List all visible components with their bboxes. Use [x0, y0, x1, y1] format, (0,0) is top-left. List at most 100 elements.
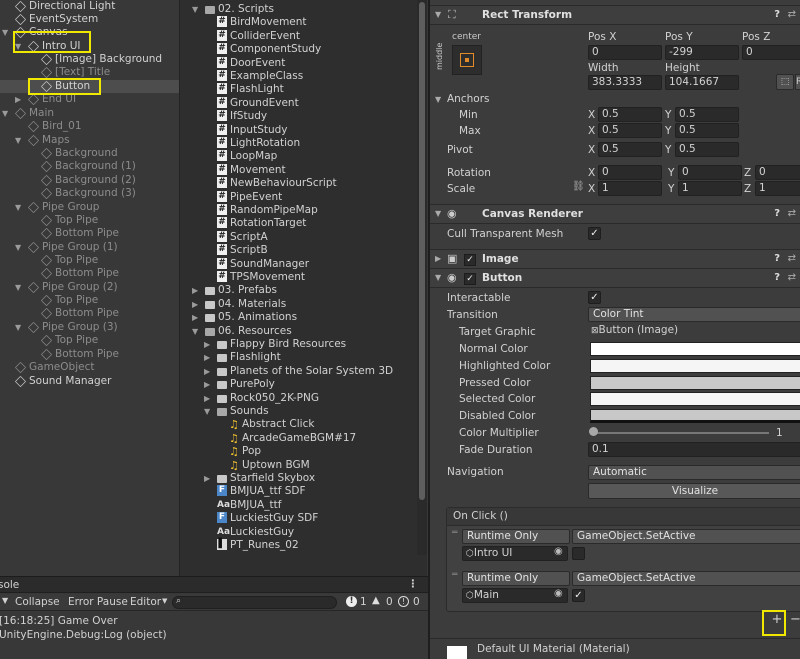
hierarchy-item[interactable]: EventSystem — [0, 13, 179, 26]
project-item[interactable]: # Movement — [180, 163, 427, 177]
raw-edit-button[interactable]: R — [795, 74, 800, 90]
anchors-arrow-icon[interactable]: ▼ — [435, 95, 441, 104]
project-item[interactable]: ▶ Starfield Skybox — [180, 472, 427, 485]
project-item[interactable]: ▼ Sounds — [180, 405, 427, 418]
settings-icon[interactable]: ⇄ — [788, 250, 796, 268]
visualize-button[interactable]: Visualize — [588, 483, 800, 499]
hierarchy-item[interactable]: Bottom Pipe — [0, 307, 179, 320]
event-argument-checkbox[interactable] — [572, 547, 585, 560]
project-item[interactable]: # RotationTarget — [180, 217, 427, 230]
settings-icon[interactable]: ⇄ — [788, 269, 796, 287]
project-item[interactable]: # BirdMovement — [180, 16, 427, 29]
project-item[interactable]: # NewBehaviourScript — [180, 177, 427, 190]
width-field[interactable]: 383.3333 — [588, 75, 662, 90]
collapsed-arrow-icon[interactable]: ▶ — [204, 351, 210, 364]
log-count-icon[interactable]: ! — [398, 596, 409, 607]
collapse-arrow-icon[interactable]: ▼ — [435, 6, 441, 24]
image-header[interactable]: ▶ ▣ ✓ Image ? ⇄ — [430, 249, 800, 269]
height-field[interactable]: 104.1667 — [665, 75, 739, 90]
project-item[interactable]: ▶ Planets of the Solar System 3D — [180, 365, 427, 378]
event-argument-checkbox[interactable]: ✓ — [572, 589, 585, 602]
event-target-field[interactable]: ⬡Intro UI — [462, 546, 568, 561]
event-function-dropdown[interactable]: GameObject.SetActive — [572, 529, 800, 544]
project-item[interactable]: # ScriptA — [180, 230, 427, 244]
anchor-preset-button[interactable] — [452, 45, 482, 75]
collapsed-arrow-icon[interactable]: ▶ — [15, 93, 21, 106]
pivot-x-field[interactable]: 0.5 — [598, 142, 662, 157]
color-multiplier-slider-track[interactable] — [593, 432, 769, 434]
expand-arrow-icon[interactable]: ▼ — [204, 405, 210, 418]
pos-z-field[interactable]: 0 — [742, 45, 800, 60]
object-picker-icon[interactable]: ◉ — [554, 588, 563, 599]
project-item[interactable]: ♫ ArcadeGameBGM#17 — [180, 432, 427, 445]
project-item[interactable]: ▶ Flappy Bird Resources — [180, 338, 427, 351]
expand-arrow-icon[interactable]: ▼ — [15, 201, 21, 214]
drag-handle-icon[interactable]: ═ — [452, 528, 457, 538]
hierarchy-item[interactable]: Directional Light — [0, 0, 179, 13]
expand-arrow-icon[interactable]: ▼ — [15, 321, 21, 334]
rect-transform-header[interactable]: ▼ ⛶ Rect Transform ? ⇄ — [430, 5, 800, 25]
collapsed-arrow-icon[interactable]: ▶ — [192, 284, 198, 297]
expand-arrow-icon[interactable]: ▼ — [15, 134, 21, 147]
event-target-field[interactable]: ⬡Main — [462, 588, 568, 603]
project-item[interactable]: # IfStudy — [180, 110, 427, 123]
collapsed-arrow-icon[interactable]: ▶ — [204, 338, 210, 351]
project-item[interactable]: ♫ Pop — [180, 445, 427, 458]
color-multiplier-value[interactable]: 1 — [776, 426, 783, 440]
project-item[interactable]: ▶ 04. Materials — [180, 298, 427, 311]
collapsed-arrow-icon[interactable]: ▶ — [204, 472, 210, 485]
min-y-field[interactable]: 0.5 — [675, 107, 739, 122]
constrain-proportions-icon[interactable]: ⛓ — [572, 181, 585, 192]
min-x-field[interactable]: 0.5 — [598, 107, 662, 122]
project-item[interactable]: # DoorEvent — [180, 56, 427, 70]
hierarchy-item[interactable]: Bottom Pipe — [0, 348, 179, 361]
rot-x-field[interactable]: 0 — [598, 165, 662, 180]
transition-dropdown[interactable]: Color Tint — [588, 307, 800, 322]
blueprint-mode-button[interactable]: ⬚ — [776, 74, 794, 90]
hierarchy-item[interactable]: Bird_01 — [0, 120, 179, 133]
project-item[interactable]: # PipeEvent — [180, 190, 427, 204]
project-item[interactable]: F BMJUA_ttf SDF — [180, 485, 427, 498]
highlighted-color-swatch[interactable] — [590, 359, 800, 373]
hierarchy-item[interactable]: ▼ Pipe Group (1) — [0, 241, 179, 254]
collapsed-arrow-icon[interactable]: ▶ — [204, 365, 210, 378]
project-item[interactable]: F LuckiestGuy SDF — [180, 512, 427, 525]
hierarchy-item[interactable]: ▼ Pipe Group — [0, 201, 179, 214]
pivot-y-field[interactable]: 0.5 — [675, 142, 739, 157]
console-menu-icon[interactable]: ⋮ — [408, 578, 419, 590]
project-item[interactable]: # FlashLight — [180, 83, 427, 96]
color-multiplier-slider-thumb[interactable] — [589, 427, 598, 436]
project-item[interactable]: # ColliderEvent — [180, 29, 427, 43]
max-y-field[interactable]: 0.5 — [675, 123, 739, 138]
hierarchy-item[interactable]: Background (2) — [0, 174, 179, 187]
collapsed-arrow-icon[interactable]: ▶ — [204, 378, 210, 391]
collapsed-arrow-icon[interactable]: ▶ — [192, 298, 198, 311]
rot-z-field[interactable]: 0 — [755, 165, 800, 180]
project-item[interactable]: ♫ Abstract Click — [180, 418, 427, 431]
navigation-dropdown[interactable]: Automatic — [588, 465, 800, 480]
canvas-renderer-header[interactable]: ▼ ◉ Canvas Renderer ? ⇄ — [430, 204, 800, 224]
hierarchy-item[interactable]: ▼ Pipe Group (3) — [0, 321, 179, 334]
fade-duration-field[interactable]: 0.1 — [588, 442, 800, 457]
project-item[interactable]: # LightRotation — [180, 137, 427, 150]
scale-y-field[interactable]: 1 — [678, 181, 742, 196]
collapse-arrow-icon[interactable]: ▼ — [435, 269, 441, 287]
project-item[interactable]: ▶ 03. Prefabs — [180, 284, 427, 297]
help-icon[interactable]: ? — [774, 6, 780, 24]
settings-icon[interactable]: ⇄ — [788, 205, 796, 223]
project-item[interactable]: # InputStudy — [180, 123, 427, 137]
collapse-arrow-icon[interactable]: ▼ — [435, 205, 441, 223]
editor-dropdown[interactable]: Editor — [130, 596, 161, 608]
expand-arrow-icon[interactable]: ▼ — [192, 325, 198, 338]
expand-arrow-icon[interactable]: ▼ — [15, 281, 21, 294]
console-log-entry[interactable]: [16:18:25] Game Over UnityEngine.Debug:L… — [0, 614, 428, 644]
selected-color-swatch[interactable] — [590, 392, 800, 406]
expand-arrow-icon[interactable]: ▼ — [192, 3, 198, 16]
material-section[interactable]: Default UI Material (Material) — [430, 638, 800, 659]
button-enabled-checkbox[interactable]: ✓ — [464, 273, 476, 285]
scale-x-field[interactable]: 1 — [598, 181, 662, 196]
collapse-button[interactable]: Collapse — [15, 596, 60, 608]
hierarchy-item[interactable]: Bottom Pipe — [0, 227, 179, 240]
rot-y-field[interactable]: 0 — [678, 165, 742, 180]
target-graphic-field[interactable]: ⊠Button (Image) — [588, 324, 800, 339]
